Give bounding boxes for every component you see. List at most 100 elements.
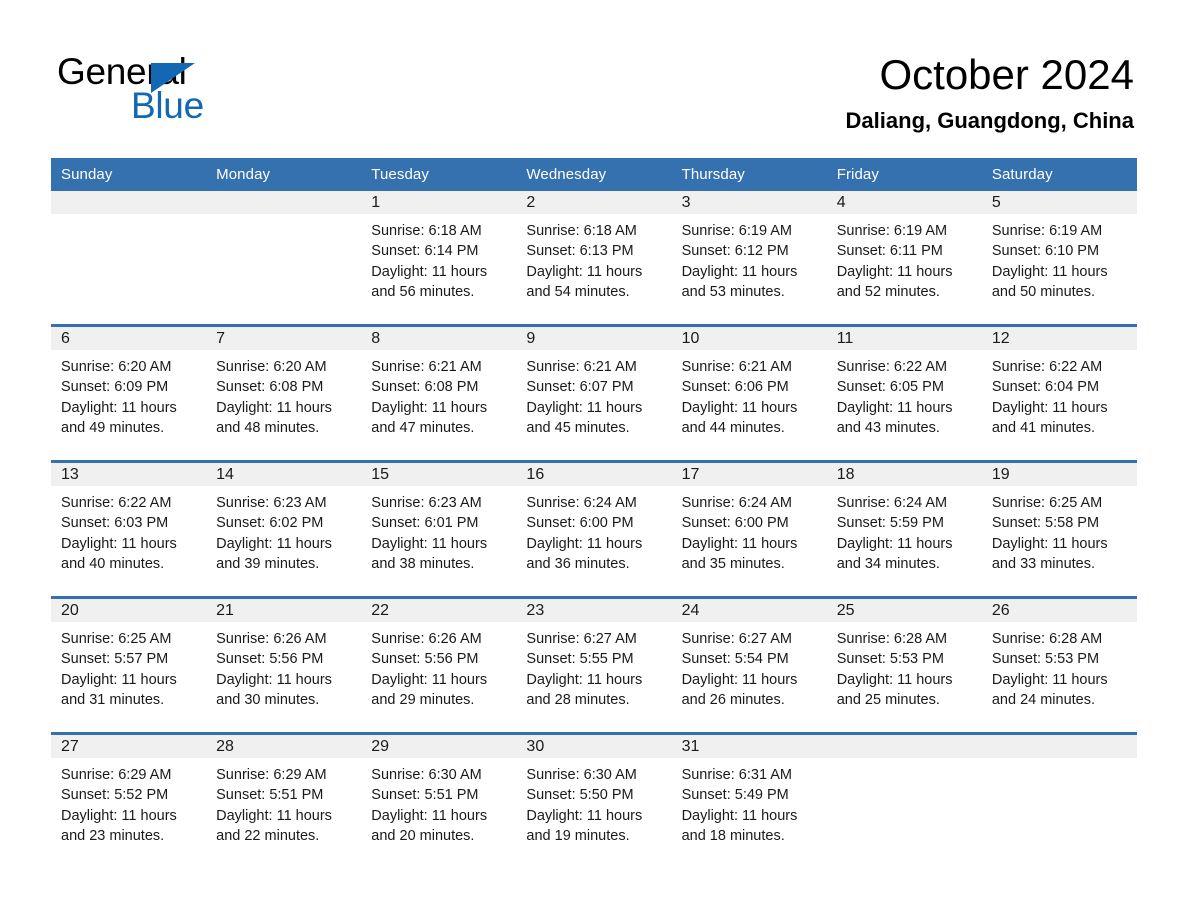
calendar-day-cell[interactable]: 27 Sunrise: 6:29 AM Sunset: 5:52 PM Dayligh…	[51, 732, 207, 868]
calendar-day-cell[interactable]: 3 Sunrise: 6:19 AM Sunset: 6:12 PM Daylight…	[671, 191, 827, 326]
sunrise-time: Sunrise: 6:24 AM	[681, 495, 792, 511]
day-number: 8	[361, 327, 517, 350]
sunset-time: Sunset: 5:59 PM	[836, 515, 944, 532]
calendar-day-cell[interactable]: 15 Sunrise: 6:23 AM Sunset: 6:01 PM Dayligh…	[361, 460, 517, 598]
calendar-body: 1 Sunrise: 6:18 AM Sunset: 6:14 PM Daylight…	[51, 191, 1137, 868]
calendar-day-cell[interactable]: 1 Sunrise: 6:18 AM Sunset: 6:14 PM Daylight…	[361, 191, 517, 326]
sunset-time: Sunset: 6:13 PM	[526, 243, 634, 260]
weekday-header-tuesday: Tuesday	[361, 158, 517, 191]
sunrise-time: Sunrise: 6:29 AM	[216, 767, 327, 783]
day-details: Sunrise: 6:26 AM Sunset: 5:56 PM Daylight:…	[206, 622, 361, 710]
calendar-day-cell[interactable]: 22 Sunrise: 6:26 AM Sunset: 5:56 PM Dayligh…	[361, 596, 517, 734]
day-cell-content: 18 Sunrise: 6:24 AM Sunset: 5:59 PM Dayligh…	[826, 463, 982, 596]
day-details: Sunrise: 6:19 AM Sunset: 6:12 PM Daylight:…	[672, 214, 827, 302]
sunrise-time: Sunrise: 6:27 AM	[681, 631, 792, 647]
sunset-time: Sunset: 5:51 PM	[216, 787, 324, 804]
daylight-duration-line1: Daylight: 11 hours	[371, 671, 488, 688]
sunset-time: Sunset: 6:06 PM	[681, 379, 789, 396]
sunset-time: Sunset: 6:08 PM	[371, 379, 479, 396]
day-cell-content: 11 Sunrise: 6:22 AM Sunset: 6:05 PM Dayligh…	[826, 327, 982, 460]
calendar-day-cell[interactable]: 9 Sunrise: 6:21 AM Sunset: 6:07 PM Daylight…	[516, 324, 672, 462]
daylight-duration-line2: and 43 minutes.	[836, 419, 940, 436]
sunset-time: Sunset: 5:56 PM	[216, 651, 324, 668]
calendar-day-cell[interactable]: 10 Sunrise: 6:21 AM Sunset: 6:06 PM Dayligh…	[671, 324, 827, 462]
daylight-duration-line2: and 20 minutes.	[371, 827, 475, 844]
calendar-day-cell[interactable]: 26 Sunrise: 6:28 AM Sunset: 5:53 PM Dayligh…	[981, 596, 1137, 734]
day-number	[206, 191, 362, 214]
calendar-day-cell[interactable]: 18 Sunrise: 6:24 AM Sunset: 5:59 PM Dayligh…	[826, 460, 982, 598]
calendar-day-cell[interactable]: 6 Sunrise: 6:20 AM Sunset: 6:09 PM Daylight…	[51, 324, 207, 462]
daylight-duration-line1: Daylight: 11 hours	[526, 399, 643, 416]
daylight-duration-line2: and 47 minutes.	[371, 419, 475, 436]
calendar-day-cell[interactable]: 11 Sunrise: 6:22 AM Sunset: 6:05 PM Dayligh…	[826, 324, 982, 462]
day-details: Sunrise: 6:18 AM Sunset: 6:13 PM Daylight:…	[516, 214, 671, 302]
daylight-duration-line2: and 23 minutes.	[61, 827, 165, 844]
daylight-duration-line1: Daylight: 11 hours	[216, 671, 332, 688]
day-cell-content: 1 Sunrise: 6:18 AM Sunset: 6:14 PM Daylight…	[361, 191, 517, 324]
daylight-duration-line1: Daylight: 11 hours	[371, 535, 488, 552]
day-details: Sunrise: 6:30 AM Sunset: 5:50 PM Daylight:…	[516, 758, 671, 846]
day-number: 7	[206, 327, 362, 350]
day-cell-content: 13 Sunrise: 6:22 AM Sunset: 6:03 PM Dayligh…	[51, 463, 207, 596]
calendar-day-cell[interactable]: 31 Sunrise: 6:31 AM Sunset: 5:49 PM Dayligh…	[671, 732, 827, 868]
day-details: Sunrise: 6:28 AM Sunset: 5:53 PM Daylight:…	[982, 622, 1137, 710]
daylight-duration-line2: and 29 minutes.	[371, 691, 475, 708]
calendar-day-cell[interactable]: 5 Sunrise: 6:19 AM Sunset: 6:10 PM Daylight…	[981, 191, 1137, 326]
day-cell-content: 23 Sunrise: 6:27 AM Sunset: 5:55 PM Dayligh…	[516, 599, 672, 732]
calendar-cell-empty	[206, 191, 362, 326]
calendar-day-cell[interactable]: 30 Sunrise: 6:30 AM Sunset: 5:50 PM Dayligh…	[516, 732, 672, 868]
day-details: Sunrise: 6:23 AM Sunset: 6:01 PM Daylight:…	[361, 486, 516, 574]
calendar-day-cell[interactable]: 7 Sunrise: 6:20 AM Sunset: 6:08 PM Daylight…	[206, 324, 362, 462]
day-details: Sunrise: 6:28 AM Sunset: 5:53 PM Daylight:…	[827, 622, 982, 710]
calendar-day-cell[interactable]: 13 Sunrise: 6:22 AM Sunset: 6:03 PM Dayligh…	[51, 460, 207, 598]
general-blue-logo[interactable]: General Blue	[57, 52, 357, 126]
sunrise-time: Sunrise: 6:22 AM	[991, 359, 1103, 375]
calendar-day-cell[interactable]: 8 Sunrise: 6:21 AM Sunset: 6:08 PM Daylight…	[361, 324, 517, 462]
daylight-duration-line2: and 56 minutes.	[371, 283, 475, 300]
calendar-day-cell[interactable]: 20 Sunrise: 6:25 AM Sunset: 5:57 PM Dayligh…	[51, 596, 207, 734]
day-number: 2	[516, 191, 672, 214]
daylight-duration-line2: and 52 minutes.	[836, 283, 940, 300]
calendar-day-cell[interactable]: 16 Sunrise: 6:24 AM Sunset: 6:00 PM Dayligh…	[516, 460, 672, 598]
day-number: 21	[206, 599, 362, 622]
calendar-day-cell[interactable]: 12 Sunrise: 6:22 AM Sunset: 6:04 PM Dayligh…	[981, 324, 1137, 462]
calendar-day-cell[interactable]: 2 Sunrise: 6:18 AM Sunset: 6:13 PM Daylight…	[516, 191, 672, 326]
day-number: 25	[826, 599, 982, 622]
calendar-day-cell[interactable]: 17 Sunrise: 6:24 AM Sunset: 6:00 PM Dayligh…	[671, 460, 827, 598]
daylight-duration-line1: Daylight: 11 hours	[526, 263, 643, 280]
calendar-day-cell[interactable]: 19 Sunrise: 6:25 AM Sunset: 5:58 PM Dayligh…	[981, 460, 1137, 598]
calendar-day-cell[interactable]: 4 Sunrise: 6:19 AM Sunset: 6:11 PM Daylight…	[826, 191, 982, 326]
day-cell-content: 19 Sunrise: 6:25 AM Sunset: 5:58 PM Dayligh…	[981, 463, 1137, 596]
location-subtitle: Daliang, Guangdong, China	[845, 108, 1134, 133]
day-number: 1	[361, 191, 517, 214]
calendar-day-cell[interactable]: 24 Sunrise: 6:27 AM Sunset: 5:54 PM Dayligh…	[671, 596, 827, 734]
day-cell-content: 28 Sunrise: 6:29 AM Sunset: 5:51 PM Dayligh…	[206, 735, 362, 868]
day-cell-content: 14 Sunrise: 6:23 AM Sunset: 6:02 PM Dayligh…	[206, 463, 362, 596]
day-number: 4	[826, 191, 982, 214]
day-number: 12	[981, 327, 1137, 350]
sunset-time: Sunset: 5:58 PM	[991, 515, 1100, 532]
weekday-header-friday: Friday	[826, 158, 982, 191]
sunrise-time: Sunrise: 6:26 AM	[216, 631, 327, 647]
weekday-header-thursday: Thursday	[671, 158, 827, 191]
title-block: October 2024 Daliang, Guangdong, China	[846, 50, 1134, 134]
day-number: 23	[516, 599, 672, 622]
sunrise-time: Sunrise: 6:20 AM	[61, 359, 172, 375]
calendar-day-cell[interactable]: 29 Sunrise: 6:30 AM Sunset: 5:51 PM Dayligh…	[361, 732, 517, 868]
calendar-day-cell[interactable]: 14 Sunrise: 6:23 AM Sunset: 6:02 PM Dayligh…	[206, 460, 362, 598]
calendar-day-cell[interactable]: 21 Sunrise: 6:26 AM Sunset: 5:56 PM Dayligh…	[206, 596, 362, 734]
calendar-day-cell[interactable]: 28 Sunrise: 6:29 AM Sunset: 5:51 PM Dayligh…	[206, 732, 362, 868]
day-cell-content: 5 Sunrise: 6:19 AM Sunset: 6:10 PM Daylight…	[981, 191, 1137, 324]
calendar-day-cell[interactable]: 23 Sunrise: 6:27 AM Sunset: 5:55 PM Dayligh…	[516, 596, 672, 734]
sunset-time: Sunset: 6:02 PM	[216, 515, 324, 532]
day-number: 20	[51, 599, 207, 622]
sunrise-time: Sunrise: 6:21 AM	[371, 359, 482, 375]
daylight-duration-line2: and 18 minutes.	[681, 827, 785, 844]
day-number	[981, 735, 1137, 758]
logo-text-blue: Blue	[131, 85, 204, 126]
day-details: Sunrise: 6:27 AM Sunset: 5:54 PM Daylight:…	[672, 622, 827, 710]
day-cell-content: 20 Sunrise: 6:25 AM Sunset: 5:57 PM Dayligh…	[51, 599, 207, 732]
calendar-day-cell[interactable]: 25 Sunrise: 6:28 AM Sunset: 5:53 PM Dayligh…	[826, 596, 982, 734]
sunset-time: Sunset: 6:10 PM	[991, 243, 1100, 260]
daylight-duration-line2: and 54 minutes.	[526, 283, 630, 300]
